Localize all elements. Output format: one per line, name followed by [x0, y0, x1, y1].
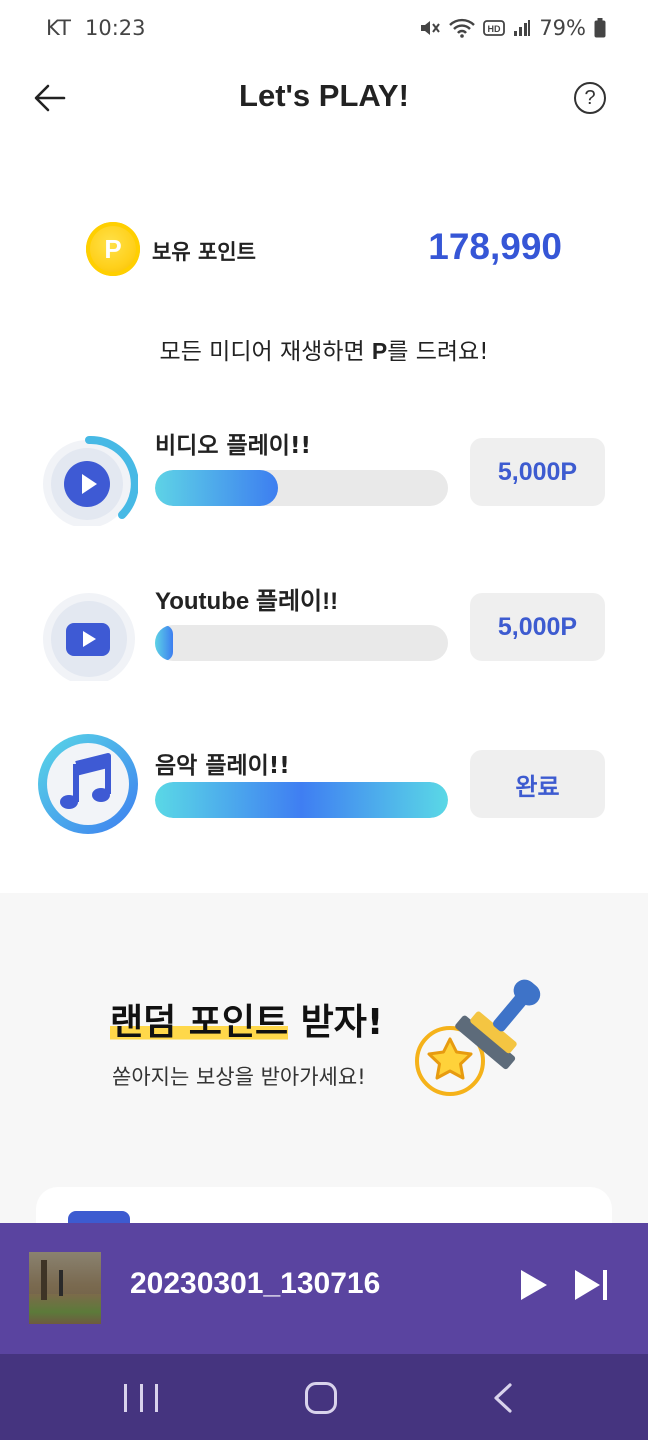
random-title-rest: 받자! — [288, 1002, 384, 1043]
video-reward-button[interactable]: 5,000P — [470, 438, 605, 506]
thumbnail-ground — [29, 1294, 101, 1324]
clock: 10:23 — [84, 16, 146, 40]
subtitle-text: 모든 미디어 재생하면 — [159, 339, 372, 365]
battery-percent: 79% — [539, 16, 586, 40]
system-nav-bar — [0, 1354, 648, 1440]
hd-icon: HD — [483, 20, 506, 36]
points-value: 178,990 — [428, 226, 562, 267]
youtube-reward-button[interactable]: 5,000P — [470, 593, 605, 661]
play-row-music: 음악 플레이!! 완료 — [0, 728, 648, 838]
play-icon[interactable] — [516, 1267, 552, 1303]
home-button[interactable] — [305, 1382, 337, 1414]
music-progress-fill — [155, 782, 448, 818]
music-progress-bar — [155, 782, 448, 818]
track-thumbnail — [29, 1252, 101, 1324]
wifi-icon — [449, 18, 476, 38]
reward-subtitle: 모든 미디어 재생하면 P를 드려요! — [0, 332, 648, 366]
youtube-logo-icon — [43, 593, 135, 685]
subtitle-text-end: 를 드려요! — [387, 339, 489, 365]
music-note-icon — [38, 734, 138, 834]
svg-text:HD: HD — [488, 24, 501, 34]
video-play-icon[interactable] — [40, 428, 139, 528]
play-title-video: 비디오 플레이!! — [155, 433, 311, 459]
question-mark-icon: ? — [584, 86, 596, 109]
help-button[interactable]: ? — [574, 82, 606, 114]
random-title-highlight: 랜덤 포인트 — [110, 1002, 289, 1043]
skip-next-icon[interactable] — [572, 1267, 610, 1303]
app-bar: Let's PLAY! ? — [0, 60, 648, 136]
thumbnail-tree — [41, 1260, 47, 1300]
battery-icon — [594, 18, 606, 38]
carrier-label: KT — [46, 16, 71, 40]
music-complete-button[interactable]: 완료 — [470, 750, 605, 818]
thumbnail-pole — [59, 1270, 63, 1296]
video-progress-ring-icon — [43, 435, 139, 528]
nav-back-icon[interactable] — [488, 1382, 518, 1414]
status-bar: KT 10:23 HD 79% — [0, 0, 648, 56]
stamp-icon — [415, 979, 541, 1096]
signal-icon — [514, 20, 531, 36]
play-row-youtube: Youtube 플레이!! 5,000P — [0, 573, 648, 685]
mini-player[interactable]: 20230301_130716 — [0, 1223, 648, 1354]
status-left: KT 10:23 — [46, 16, 146, 40]
coin-icon: P — [86, 222, 140, 276]
page-title: Let's PLAY! — [239, 78, 409, 113]
subtitle-point-letter: P — [371, 338, 388, 364]
mute-icon — [421, 21, 441, 35]
play-title-youtube: Youtube 플레이!! — [155, 588, 339, 615]
youtube-play-icon[interactable] — [40, 583, 138, 685]
play-row-video: 비디오 플레이!! 5,000P — [0, 418, 648, 528]
track-name: 20230301_130716 — [130, 1267, 381, 1300]
coin-letter: P — [104, 233, 122, 264]
youtube-progress-fill — [155, 625, 173, 661]
points-label: 보유 포인트 — [152, 240, 256, 264]
random-points-description: 쏟아지는 보상을 받아가세요! — [112, 1065, 366, 1089]
music-play-icon[interactable] — [36, 732, 140, 836]
status-right: HD 79% — [419, 16, 606, 40]
youtube-progress-bar — [155, 625, 448, 661]
recents-button[interactable] — [124, 1384, 158, 1412]
play-title-music: 음악 플레이!! — [155, 753, 290, 779]
points-summary: P 보유 포인트 178,990 — [86, 222, 566, 280]
random-points-section: 랜덤 포인트 받자! 쏟아지는 보상을 받아가세요! — [0, 893, 648, 1267]
video-progress-fill — [155, 470, 279, 506]
random-points-title: 랜덤 포인트 받자! — [110, 993, 383, 1045]
video-progress-bar — [155, 470, 448, 506]
